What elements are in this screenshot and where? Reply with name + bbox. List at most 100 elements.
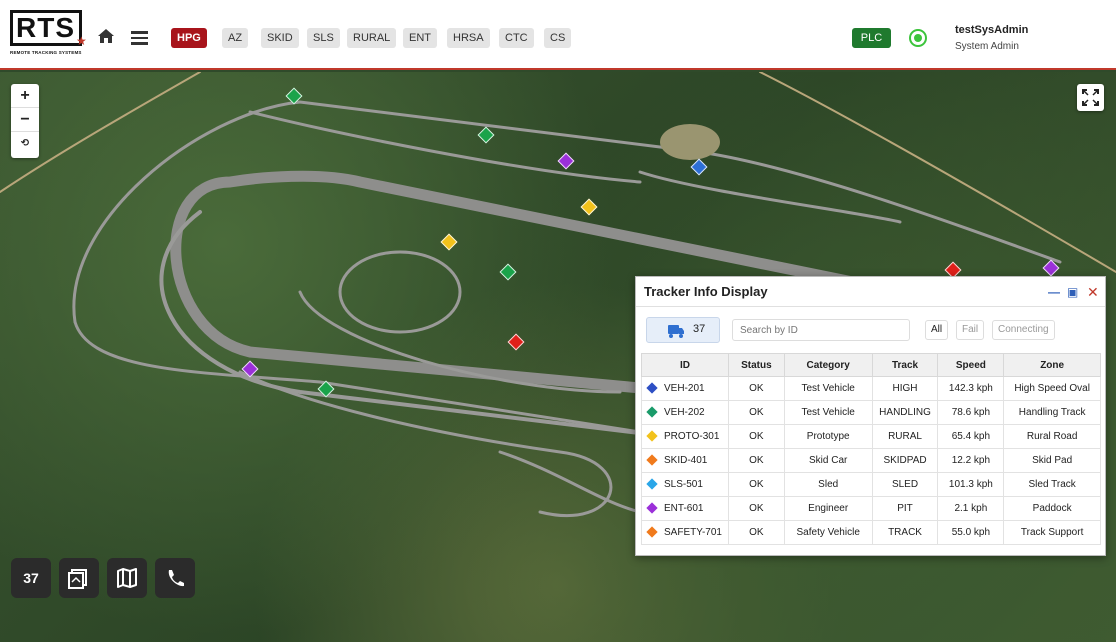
user-name[interactable]: testSysAdmin	[955, 24, 1028, 36]
tracker-color-icon	[646, 430, 658, 443]
hamburger-menu-icon[interactable]	[131, 31, 148, 45]
table-row[interactable]: ENT-601 OK Engineer PIT 2.1 kph Paddock	[641, 496, 1101, 521]
tracker-count: 37	[693, 323, 706, 335]
table-row[interactable]: SLS-501 OK Sled SLED 101.3 kph Sled Track	[641, 472, 1101, 497]
tab-skid[interactable]: SKID	[261, 28, 299, 48]
filter-connecting-button[interactable]: Connecting	[992, 320, 1055, 340]
cell-zone: High Speed Oval	[1003, 376, 1101, 401]
cell-speed: 101.3 kph	[937, 472, 1005, 497]
table-row[interactable]: SAFETY-701 OK Safety Vehicle TRACK 55.0 kph T…	[641, 520, 1101, 545]
maximize-icon[interactable]: ▣	[1067, 277, 1078, 307]
tab-az[interactable]: AZ	[222, 28, 249, 48]
cell-zone: Rural Road	[1003, 424, 1101, 449]
tracker-color-icon	[646, 502, 658, 515]
column-header-track[interactable]: Track	[871, 353, 939, 377]
cell-category: Test Vehicle	[783, 400, 873, 425]
cell-speed: 2.1 kph	[937, 496, 1005, 521]
home-icon[interactable]	[97, 28, 115, 44]
tracker-color-icon	[646, 406, 658, 419]
close-icon[interactable]: ✕	[1087, 277, 1099, 307]
minimize-icon[interactable]: —	[1048, 277, 1060, 307]
cell-zone: Skid Pad	[1003, 448, 1101, 473]
tracker-color-icon	[646, 454, 658, 467]
cell-speed: 55.0 kph	[937, 520, 1005, 545]
cell-zone: Handling Track	[1003, 400, 1101, 425]
table-row[interactable]: PROTO-301 OK Prototype RURAL 65.4 kph Rural R…	[641, 424, 1101, 449]
map-icon	[117, 568, 137, 588]
tab-cs[interactable]: CS	[544, 28, 572, 48]
vehicle-count-button[interactable]: 37	[11, 558, 51, 598]
zoom-control: + − ⟲	[11, 84, 39, 158]
layers-icon	[68, 569, 87, 589]
cell-track: SKIDPAD	[871, 448, 939, 473]
cell-id: SKID-401	[641, 448, 729, 473]
cell-track: HIGH	[871, 376, 939, 401]
phone-button[interactable]	[155, 558, 195, 598]
tab-ctc[interactable]: CTC	[499, 28, 534, 48]
rts-logo[interactable]: RTS ★ REMOTE TRACKING SYSTEMS	[10, 10, 87, 56]
cell-status: OK	[727, 520, 785, 545]
search-input[interactable]	[732, 319, 910, 341]
tracker-id: VEH-201	[664, 383, 705, 394]
logo-text: RTS	[16, 12, 75, 43]
cell-category: Sled	[783, 472, 873, 497]
tracker-id: SAFETY-701	[664, 527, 722, 538]
table-row[interactable]: VEH-201 OK Test Vehicle HIGH 142.3 kph High S…	[641, 376, 1101, 401]
zoom-out-button[interactable]: −	[11, 108, 39, 132]
table-header-row: ID Status Category Track Speed Zone	[641, 353, 1101, 377]
cell-category: Test Vehicle	[783, 376, 873, 401]
layers-button[interactable]	[59, 558, 99, 598]
map-button[interactable]	[107, 558, 147, 598]
tracker-color-icon	[646, 382, 658, 395]
tab-ent[interactable]: ENT	[403, 28, 437, 48]
fullscreen-icon	[1082, 89, 1099, 106]
column-header-category[interactable]: Category	[783, 353, 873, 377]
tracker-id: VEH-202	[664, 407, 705, 418]
tracker-id: SKID-401	[664, 455, 708, 466]
column-header-zone[interactable]: Zone	[1003, 353, 1101, 377]
table-row[interactable]: SKID-401 OK Skid Car SKIDPAD 12.2 kph Skid Pa…	[641, 448, 1101, 473]
cell-speed: 142.3 kph	[937, 376, 1005, 401]
cell-id: SAFETY-701	[641, 520, 729, 545]
zoom-in-button[interactable]: +	[11, 84, 39, 108]
tracker-id: PROTO-301	[664, 431, 720, 442]
phone-icon	[168, 570, 184, 587]
cell-track: HANDLING	[871, 400, 939, 425]
cell-status: OK	[727, 472, 785, 497]
cell-category: Engineer	[783, 496, 873, 521]
column-header-speed[interactable]: Speed	[937, 353, 1005, 377]
app-header: RTS ★ REMOTE TRACKING SYSTEMS HPG AZ SKI…	[0, 0, 1116, 70]
tracker-id: SLS-501	[664, 479, 703, 490]
tracker-info-panel: Tracker Info Display — ▣ ✕ 37 All Fail C…	[635, 276, 1106, 556]
panel-header: Tracker Info Display — ▣ ✕	[636, 277, 1105, 307]
connection-status-icon	[909, 29, 927, 47]
truck-icon	[668, 325, 684, 338]
column-header-id[interactable]: ID	[641, 353, 729, 377]
tab-hpg[interactable]: HPG	[171, 28, 207, 48]
tab-sls[interactable]: SLS	[307, 28, 340, 48]
reset-north-button[interactable]: ⟲	[11, 132, 39, 156]
cell-speed: 65.4 kph	[937, 424, 1005, 449]
cell-status: OK	[727, 448, 785, 473]
cell-status: OK	[727, 400, 785, 425]
column-header-status[interactable]: Status	[727, 353, 785, 377]
cell-zone: Track Support	[1003, 520, 1101, 545]
cell-category: Safety Vehicle	[783, 520, 873, 545]
plc-button[interactable]: PLC	[852, 28, 891, 48]
cell-id: SLS-501	[641, 472, 729, 497]
cell-speed: 12.2 kph	[937, 448, 1005, 473]
filter-all-button[interactable]: All	[925, 320, 949, 340]
logo-subtitle: REMOTE TRACKING SYSTEMS	[10, 50, 82, 55]
tracker-count-chip[interactable]: 37	[646, 317, 720, 343]
tracker-color-icon	[646, 526, 658, 539]
tab-hrsa[interactable]: HRSA	[447, 28, 490, 48]
tab-rural[interactable]: RURAL	[347, 28, 397, 48]
cell-zone: Paddock	[1003, 496, 1101, 521]
table-row[interactable]: VEH-202 OK Test Vehicle HANDLING 78.6 kph Han…	[641, 400, 1101, 425]
fullscreen-button[interactable]	[1077, 84, 1104, 111]
panel-title: Tracker Info Display	[644, 284, 768, 299]
filter-fail-button[interactable]: Fail	[956, 320, 985, 340]
cell-track: RURAL	[871, 424, 939, 449]
cell-category: Skid Car	[783, 448, 873, 473]
tracker-table: ID Status Category Track Speed Zone VEH-…	[641, 353, 1101, 545]
